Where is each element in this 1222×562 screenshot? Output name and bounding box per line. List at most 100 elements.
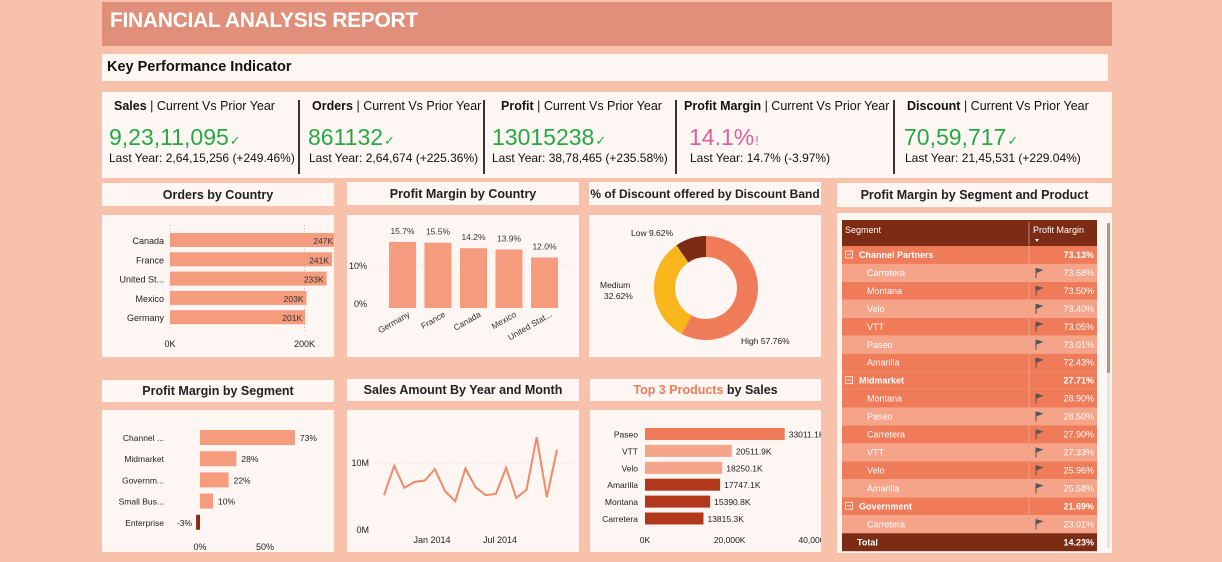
group-value: 27.71% xyxy=(1063,376,1094,386)
bar xyxy=(495,249,523,308)
item-label: VTT xyxy=(867,322,885,332)
data-label: 13.9% xyxy=(497,233,522,243)
bar xyxy=(645,512,704,525)
category-label: Canada xyxy=(132,236,164,246)
kpi-last-year: Last Year: 21,45,531 (+229.04%) xyxy=(905,151,1081,165)
kpi-suffix: | Current Vs Prior Year xyxy=(146,99,275,113)
chart-title: Profit Margin by Country xyxy=(389,186,537,201)
item-value: 73.40% xyxy=(1063,304,1094,314)
data-label: 73% xyxy=(300,433,317,443)
tick-label: 40,000K xyxy=(798,535,821,545)
category-label: Channel ... xyxy=(123,433,164,443)
item-value: 73.68% xyxy=(1063,268,1094,278)
group-label: Government xyxy=(859,501,912,511)
category-label: Mexico xyxy=(490,309,519,331)
data-label: 20511.9K xyxy=(736,446,772,456)
data-label: -3% xyxy=(177,518,193,528)
kpi-suffix: | Current Vs Prior Year xyxy=(761,99,890,113)
data-label: 233K xyxy=(304,275,324,285)
matrix-svg[interactable]: Segment Profit Margin Channel Partners 73.1… xyxy=(837,213,1112,553)
chart-title: Orders by Country xyxy=(162,187,274,202)
item-label: Amarilla xyxy=(867,483,900,493)
check-icon: ✓ xyxy=(1007,133,1019,148)
kpi-card-profit[interactable]: Profit | Current Vs Prior Year 13015238✓… xyxy=(487,92,677,178)
bar xyxy=(200,451,237,467)
pm-by-segment-chart[interactable]: Channel ... 73% Midmarket 28% Governm... 22% S… xyxy=(102,410,334,552)
check-icon: ✓ xyxy=(229,133,241,148)
bar xyxy=(645,461,723,474)
bar xyxy=(200,472,229,488)
total-row xyxy=(842,533,1097,552)
data-label: 247K xyxy=(313,236,333,246)
pm-by-country-title-box: Profit Margin by Country xyxy=(347,182,579,205)
chart-title: % of Discount offered by Discount Band xyxy=(590,186,820,201)
kpi-section-header: Key Performance Indicator xyxy=(102,54,1108,81)
kpi-metric: Profit Margin xyxy=(684,99,762,113)
item-label: Carretera xyxy=(867,519,905,529)
kpi-card-profit-margin[interactable]: Profit Margin | Current Vs Prior Year 14… xyxy=(679,92,895,178)
data-label: 203K xyxy=(284,294,304,304)
kpi-card-sales[interactable]: Sales | Current Vs Prior Year 9,23,11,09… xyxy=(102,92,298,178)
series-line xyxy=(383,436,558,504)
pm-by-segment-svg: Channel ... 73% Midmarket 28% Governm... 22% S… xyxy=(119,430,317,552)
tick-label: 0K xyxy=(164,339,175,349)
kpi-metric: Profit xyxy=(501,99,534,113)
kpi-metric: Discount xyxy=(907,99,961,113)
kpi-suffix: | Current Vs Prior Year xyxy=(353,99,482,113)
tick-label: 10% xyxy=(349,261,367,271)
category-label: United St... xyxy=(119,275,164,285)
top-products-chart[interactable]: Paseo 33011.1K VTT 20511.9K Velo 18250.1K Amar… xyxy=(590,410,830,552)
bar xyxy=(389,241,416,308)
item-label: Paseo xyxy=(867,412,893,422)
kpi-row: Sales | Current Vs Prior Year 9,23,11,09… xyxy=(102,92,1112,178)
kpi-value: 13015238 xyxy=(492,124,595,150)
bar xyxy=(531,257,558,308)
group-value: 73.13% xyxy=(1063,250,1094,260)
data-label: 15.5% xyxy=(426,227,451,237)
kpi-divider xyxy=(483,100,485,174)
tick-label: 10M xyxy=(351,458,369,468)
kpi-card-orders[interactable]: Orders | Current Vs Prior Year 861132✓ L… xyxy=(302,92,484,178)
pm-by-country-svg: 0% 10% 15.7% Germany 15.5% France 14.2% Canada 1… xyxy=(349,226,575,342)
data-label: 201K xyxy=(282,313,302,323)
discount-band-svg: High 57.76% Medium32.62% Low 9.62% xyxy=(600,228,790,346)
item-label: Paseo xyxy=(867,340,893,350)
item-value: 25.58% xyxy=(1063,483,1094,493)
item-value: 73.05% xyxy=(1063,322,1094,332)
item-label: Velo xyxy=(867,465,885,475)
orders-by-country-chart[interactable]: Canada 247K France 241K United St... 233K Mexi… xyxy=(102,215,337,357)
discount-band-title-box: % of Discount offered by Discount Band xyxy=(589,182,821,205)
top-products-svg: Paseo 33011.1K VTT 20511.9K Velo 18250.1K Amar… xyxy=(602,428,830,545)
kpi-card-discount[interactable]: Discount | Current Vs Prior Year 70,59,7… xyxy=(897,92,1112,178)
kpi-divider xyxy=(298,100,300,174)
category-label: Canada xyxy=(452,309,483,333)
kpi-value-wrap: 861132✓ xyxy=(308,124,395,151)
alert-icon: ! xyxy=(755,133,759,148)
kpi-divider xyxy=(675,100,677,174)
chart-title: Profit Margin by Segment xyxy=(142,384,294,398)
item-value: 28.50% xyxy=(1063,412,1094,422)
tick-label: 0K xyxy=(640,535,651,545)
scrollbar-thumb[interactable] xyxy=(1107,223,1110,373)
bar xyxy=(200,493,213,509)
chart-title: Profit Margin by Segment and Product xyxy=(860,188,1089,202)
discount-band-chart[interactable]: High 57.76% Medium 32.62% Low 9.62% xyxy=(589,215,821,357)
sales-by-month-svg: 0M 10M Jan 2014 Jul 2014 xyxy=(351,436,575,545)
category-label: VTT xyxy=(622,446,638,456)
orders-by-country-title-box: Orders by Country xyxy=(102,183,334,206)
item-label: Amarilla xyxy=(867,358,900,368)
category-label: Governm... xyxy=(122,475,164,485)
data-label: 10% xyxy=(218,497,235,507)
category-label: France xyxy=(136,255,164,265)
chart-title: Top 3 Products by Sales xyxy=(633,383,777,397)
kpi-value-wrap: 9,23,11,095✓ xyxy=(109,124,241,151)
sales-by-month-chart[interactable]: 0M 10M Jan 2014 Jul 2014 xyxy=(347,410,579,552)
kpi-value-wrap: 70,59,717✓ xyxy=(904,124,1018,151)
category-label: France xyxy=(419,309,447,331)
kpi-metric: Orders xyxy=(312,99,353,113)
data-label: 28% xyxy=(241,454,258,464)
item-value: 28.90% xyxy=(1063,394,1094,404)
bar xyxy=(424,242,452,308)
bar xyxy=(200,430,295,445)
pm-by-country-chart[interactable]: 0% 10% 15.7% Germany 15.5% France 14.2% Canada 1… xyxy=(347,215,579,357)
